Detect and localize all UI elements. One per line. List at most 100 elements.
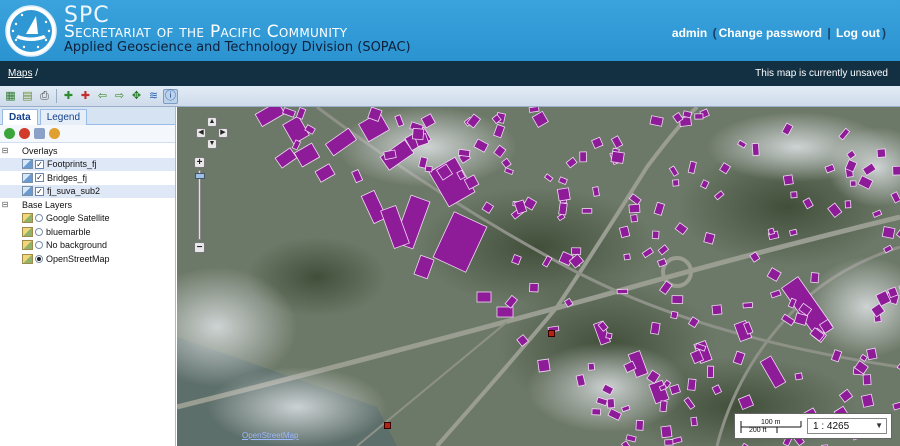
building-footprint [687,378,697,391]
building-footprint [650,321,661,335]
style-layer-icon[interactable] [49,128,60,139]
pan-right-icon[interactable]: ▶ [218,128,228,138]
zoom-in-icon[interactable]: ✚ [61,89,76,104]
tab-legend[interactable]: Legend [39,109,88,125]
building-footprint [651,230,660,240]
base-layer-label: bluemarble [46,226,91,237]
attribution-link[interactable]: OpenStreetMap [242,431,298,440]
base-layer-icon [22,240,33,251]
bridge-marker[interactable] [548,330,555,337]
base-layer-label: No background [46,240,108,251]
layer-properties-icon[interactable] [34,128,45,139]
username: admin [671,26,708,40]
change-password-link[interactable]: Change password [719,26,822,40]
layer-tree: ⊟ Overlays ✓ Footprints_fj ✓ Bridges_fj … [0,143,175,266]
building-footprint [860,393,875,408]
layer-checkbox[interactable]: ✓ [35,173,44,183]
layer-label: Bridges_fj [47,172,88,183]
pan-icon[interactable]: ✥ [129,89,144,104]
building-footprint [794,372,804,381]
layer-item[interactable]: ✓ Bridges_fj [0,171,175,185]
zoom-out-icon[interactable]: ✚ [78,89,93,104]
building-footprint [616,288,629,295]
building-footprint [881,226,896,239]
zoom-to-max-extent-icon[interactable]: ▦ [3,89,18,104]
zoom-out-icon[interactable]: − [194,242,205,253]
building-footprint [660,425,673,439]
building-footprint [670,310,679,320]
tab-data[interactable]: Data [2,109,38,125]
base-layer-icon [22,253,33,264]
building-footprint [810,272,820,284]
map-canvas[interactable]: ▲ ◀ ▶ ▼ + − OpenStreetMap 100 m 200 ft 1… [177,107,900,446]
base-layer-item[interactable]: OpenStreetMap [0,252,175,266]
building-footprint [711,304,723,316]
remove-layer-icon[interactable] [19,128,30,139]
layer-checkbox[interactable]: ✓ [35,186,44,196]
zoom-in-icon[interactable]: + [194,157,205,168]
forward-icon[interactable]: ⇨ [112,89,127,104]
base-layer-item[interactable]: No background [0,239,175,253]
satellite-imagery [177,107,900,446]
building-footprint [581,208,593,214]
org-name: Secretariat of the Pacific Community [64,22,348,42]
layer-item[interactable]: ✓ fj_suva_sub2 [0,184,175,198]
building-footprint [579,151,587,163]
pan-down-icon[interactable]: ▼ [207,139,217,149]
back-icon[interactable]: ⇦ [95,89,110,104]
building-footprint [876,148,887,158]
logout-link[interactable]: Log out [836,26,880,40]
add-layer-icon[interactable] [4,128,15,139]
base-layer-radio[interactable] [35,254,43,263]
building-footprint [630,214,639,223]
zoom-track[interactable] [198,170,201,240]
building-footprint [424,165,433,173]
breadcrumb-bar: Maps / This map is currently unsaved [0,61,900,86]
info-icon[interactable]: ⓘ [163,88,178,104]
base-layer-label: OpenStreetMap [46,253,110,264]
building-footprint [767,227,776,236]
building-footprint [635,419,644,431]
building-footprint [659,400,668,413]
overlays-folder[interactable]: ⊟ Overlays [0,144,175,158]
base-layer-item[interactable]: bluemarble [0,225,175,239]
building-footprint [605,332,613,340]
collapse-icon[interactable]: ⊟ [0,146,10,155]
building-footprint [788,228,798,237]
division-name: Applied Geoscience and Technology Divisi… [64,40,411,55]
panel-tabs: Data Legend [0,107,175,125]
base-layer-item[interactable]: Google Satellite [0,212,175,226]
base-layer-radio[interactable] [35,241,43,250]
layer-item[interactable]: ✓ Footprints_fj [0,157,175,171]
scale-box: 100 m 200 ft 1 : 4265 ▼ [734,413,892,439]
building-footprint [866,347,878,361]
zoom-slider[interactable] [195,173,205,179]
maps-link[interactable]: Maps [8,68,32,79]
chevron-down-icon: ▼ [875,421,883,430]
map-toolbar: ▦ ▤ ⎙ ✚ ✚ ⇦ ⇨ ✥ ≋ ⓘ [0,86,900,107]
scale-metric-label: 100 m [761,419,781,426]
building-footprint [528,107,540,113]
building-footprint [706,365,715,379]
bridge-marker[interactable] [384,422,391,429]
building-footprint [628,203,641,214]
base-layer-radio[interactable] [35,227,43,236]
building-footprint [537,358,551,373]
base-layer-radio[interactable] [35,214,43,223]
print-icon[interactable]: ⎙ [37,89,52,104]
layer-label: Footprints_fj [47,159,97,170]
scale-select[interactable]: 1 : 4265 ▼ [807,418,887,434]
pan-left-icon[interactable]: ◀ [196,128,206,138]
zoom-bar: + − [194,157,206,253]
building-footprint [664,439,674,446]
pan-up-icon[interactable]: ▲ [207,117,217,127]
layer-checkbox[interactable]: ✓ [35,159,44,169]
base-layers-folder[interactable]: ⊟ Base Layers [0,198,175,212]
vector-layer-icon [22,186,33,197]
building-footprint [623,253,631,261]
layer-properties-icon[interactable]: ▤ [20,89,35,104]
measure-icon[interactable]: ≋ [146,89,161,104]
building-footprint [610,150,625,164]
base-layer-label: Google Satellite [46,213,110,224]
collapse-icon[interactable]: ⊟ [0,200,10,209]
